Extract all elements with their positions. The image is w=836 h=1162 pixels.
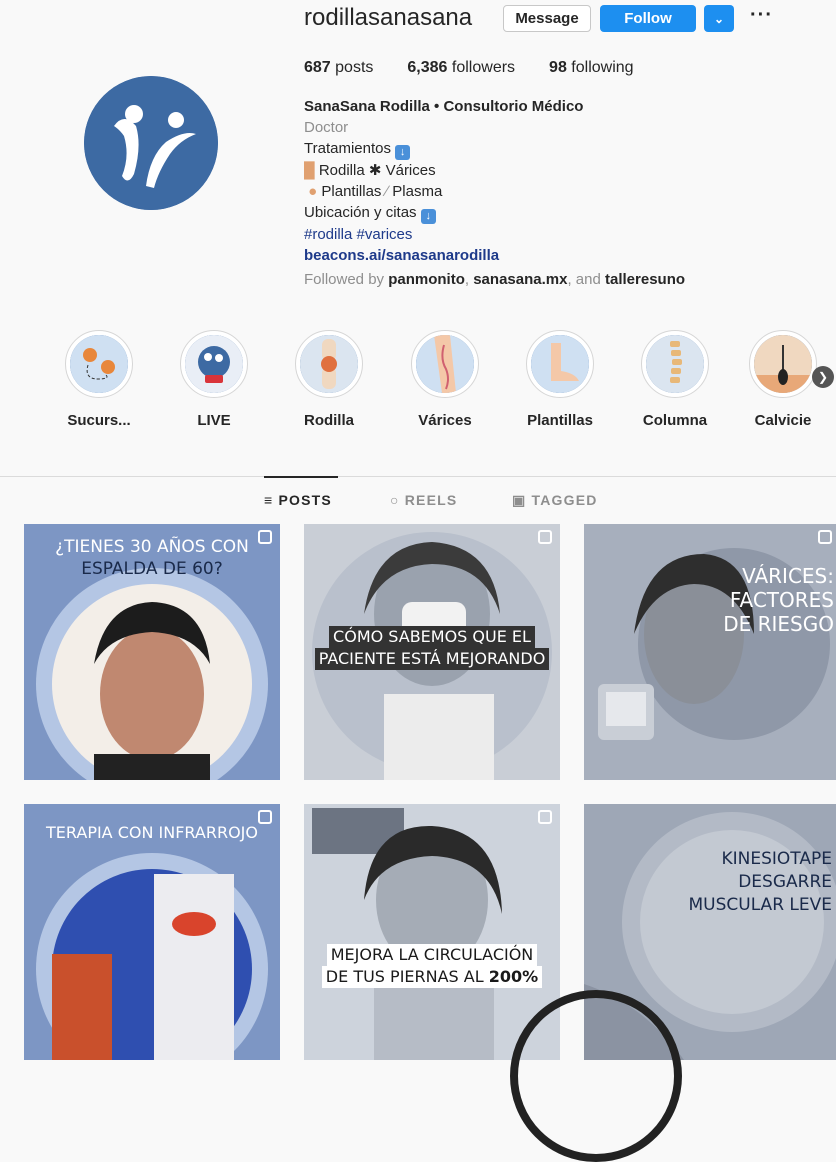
post-tile[interactable]: MEJORA LA CIRCULACIÓN DE TUS PIERNAS AL … [304,804,560,1060]
leg-icon: █ [304,162,315,179]
chevron-down-icon[interactable]: ⌄ [704,5,734,32]
post-tile[interactable]: VÁRICES: FACTORES DE RIESGO [584,524,836,780]
tab-posts[interactable]: ≡ POSTS [264,492,332,508]
highlight-columna[interactable]: Columna [620,330,730,429]
highlight-sucursales[interactable]: Sucurs... [44,330,154,429]
chevron-right-icon[interactable]: ❯ [812,366,834,388]
message-button[interactable]: Message [503,5,591,32]
grid-icon: ≡ [264,492,274,508]
hair-icon [754,335,812,393]
cursor-highlight-circle [510,990,682,1162]
follow-button[interactable]: Follow [600,5,696,32]
highlight-live[interactable]: LIVE [159,330,269,429]
post-tile[interactable]: TERAPIA CON INFRARROJO [24,804,280,1060]
knee-icon [300,335,358,393]
followers-stat[interactable]: 6,386 followers [407,59,515,77]
followed-user[interactable]: talleresuno [605,271,685,288]
profile-stats: 687 posts 6,386 followers 98 following [304,59,634,77]
profile-username: rodillasanasana [304,4,473,31]
bio-line: Tratamientos ↓ [304,138,824,160]
bio-line: Ubicación y citas ↓ [304,202,824,224]
brand-logo-icon [84,76,218,210]
reel-icon [538,810,552,824]
profile-avatar[interactable] [84,76,218,210]
followed-by: Followed by panmonito, sanasana.mx, and … [304,271,686,288]
tab-reels[interactable]: ○ REELS [390,492,457,508]
posts-stat[interactable]: 687 posts [304,59,373,77]
active-tab-indicator [264,476,338,478]
arrow-down-icon: ↓ [395,145,411,160]
reel-icon [538,530,552,544]
tabs-divider [0,476,836,477]
leg-icon [416,335,474,393]
highlight-rodilla[interactable]: Rodilla [274,330,384,429]
following-stat[interactable]: 98 following [549,59,634,77]
tab-tagged[interactable]: ▣ TAGGED [512,492,598,509]
profile-display-name: SanaSana Rodilla • Consultorio Médico [304,98,584,115]
followed-user[interactable]: sanasana.mx [473,271,567,288]
spine-icon [646,335,704,393]
bio-line: ● Plantillas ∕ Plasma [308,183,443,200]
foot-icon: ● [308,183,318,200]
mosquito-icon: ✱ [368,162,382,179]
highlight-plantillas[interactable]: Plantillas [505,330,615,429]
reels-icon: ○ [390,492,400,508]
map-pin-icon [70,335,128,393]
tag-icon: ▣ [512,492,527,508]
bio-hashtags[interactable]: #rodilla #varices [304,224,824,245]
followed-user[interactable]: panmonito [388,271,465,288]
logo-icon [185,335,243,393]
post-tile[interactable]: CÓMO SABEMOS QUE EL PACIENTE ESTÁ MEJORA… [304,524,560,780]
arrow-down-icon: ↓ [420,209,436,224]
highlight-varices[interactable]: Várices [390,330,500,429]
more-icon[interactable]: ··· [750,4,773,27]
foot-icon [531,335,589,393]
bio-line: █ Rodilla ✱ Várices [304,162,436,179]
bio-link[interactable]: beacons.ai/sanasanarodilla [304,245,824,266]
post-tile[interactable]: ¿TIENES 30 AÑOS CON ESPALDA DE 60? [24,524,280,780]
profile-bio: SanaSana Rodilla • Consultorio Médico Do… [304,96,824,266]
reel-icon [818,530,832,544]
profile-category: Doctor [304,119,349,136]
syringe-icon: ∕ [385,183,389,200]
